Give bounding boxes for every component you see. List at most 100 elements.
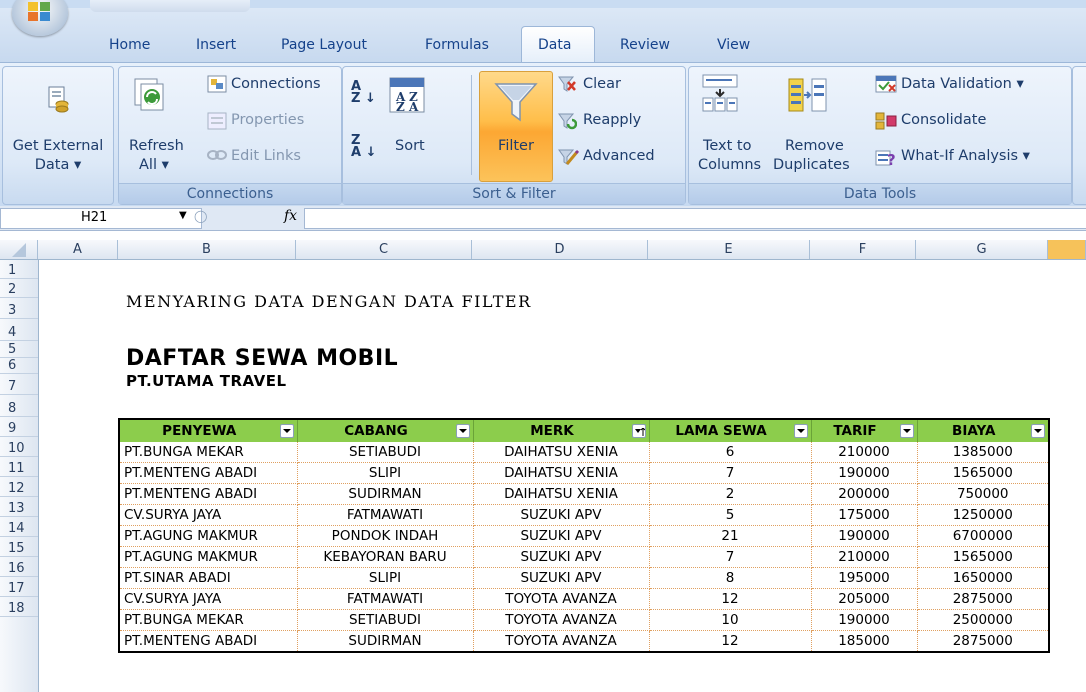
formula-input[interactable] bbox=[304, 208, 1086, 229]
tab-view[interactable]: View bbox=[717, 36, 750, 54]
table-cell[interactable]: 6700000 bbox=[917, 525, 1050, 547]
column-header-a[interactable]: A bbox=[38, 240, 118, 259]
table-cell[interactable]: CV.SURYA JAYA bbox=[119, 504, 298, 526]
advanced-button[interactable]: Advanced bbox=[583, 148, 655, 165]
row-header-16[interactable]: 16 bbox=[0, 560, 38, 577]
table-cell[interactable]: TOYOTA AVANZA bbox=[473, 630, 650, 653]
row-header-7[interactable]: 7 bbox=[0, 378, 38, 395]
table-cell[interactable]: SETIABUDI bbox=[297, 609, 474, 631]
tab-home[interactable]: Home bbox=[109, 36, 150, 54]
table-cell[interactable]: PT.MENTENG ABADI bbox=[119, 630, 298, 653]
column-header-g[interactable]: G bbox=[916, 240, 1048, 259]
table-cell[interactable]: DAIHATSU XENIA bbox=[473, 442, 650, 463]
table-cell[interactable]: PT.BUNGA MEKAR bbox=[119, 442, 298, 463]
row-header-10[interactable]: 10 bbox=[0, 440, 38, 457]
consolidate-button[interactable]: Consolidate bbox=[901, 112, 986, 129]
table-cell[interactable]: 185000 bbox=[811, 630, 918, 653]
sorted-filter-dropdown-icon[interactable] bbox=[631, 424, 646, 438]
table-cell[interactable]: 21 bbox=[649, 525, 812, 547]
table-cell[interactable]: 2500000 bbox=[917, 609, 1050, 631]
table-cell[interactable]: 2 bbox=[649, 483, 812, 505]
table-cell[interactable]: 1250000 bbox=[917, 504, 1050, 526]
edit-links-button[interactable]: Edit Links bbox=[231, 148, 301, 165]
tab-page-layout[interactable]: Page Layout bbox=[281, 36, 367, 54]
table-cell[interactable]: SUDIRMAN bbox=[297, 630, 474, 653]
column-header-d[interactable]: D bbox=[472, 240, 648, 259]
table-cell[interactable]: FATMAWATI bbox=[297, 504, 474, 526]
connections-button[interactable]: Connections bbox=[231, 76, 321, 93]
table-cell[interactable]: TOYOTA AVANZA bbox=[473, 609, 650, 631]
table-cell[interactable]: SUDIRMAN bbox=[297, 483, 474, 505]
remove-duplicates-button[interactable]: Remove bbox=[785, 138, 844, 155]
table-cell[interactable]: 190000 bbox=[811, 609, 918, 631]
table-cell[interactable]: 7 bbox=[649, 546, 812, 568]
table-cell[interactable]: 1385000 bbox=[917, 442, 1050, 463]
office-button[interactable] bbox=[12, 0, 68, 36]
table-cell[interactable]: FATMAWATI bbox=[297, 588, 474, 610]
table-cell[interactable]: 7 bbox=[649, 462, 812, 484]
name-box[interactable]: H21 ▼ bbox=[0, 208, 202, 229]
table-cell[interactable]: SLIPI bbox=[297, 567, 474, 589]
tab-data[interactable]: Data bbox=[538, 36, 571, 54]
table-cell[interactable]: DAIHATSU XENIA bbox=[473, 462, 650, 484]
quick-access-toolbar[interactable] bbox=[90, 0, 250, 12]
table-cell[interactable]: 200000 bbox=[811, 483, 918, 505]
table-cell[interactable]: PONDOK INDAH bbox=[297, 525, 474, 547]
table-cell[interactable]: 210000 bbox=[811, 546, 918, 568]
table-cell[interactable]: SUZUKI APV bbox=[473, 546, 650, 568]
row-header-15[interactable]: 15 bbox=[0, 540, 38, 557]
table-cell[interactable]: SETIABUDI bbox=[297, 442, 474, 463]
table-cell[interactable]: 12 bbox=[649, 630, 812, 653]
table-cell[interactable]: 10 bbox=[649, 609, 812, 631]
table-cell[interactable]: 190000 bbox=[811, 462, 918, 484]
reapply-button[interactable]: Reapply bbox=[583, 112, 641, 129]
table-cell[interactable]: SUZUKI APV bbox=[473, 567, 650, 589]
get-external-data-button[interactable]: Get External bbox=[3, 138, 113, 155]
refresh-all-dropdown[interactable]: All ▾ bbox=[139, 157, 169, 174]
row-header-3[interactable]: 3 bbox=[0, 302, 38, 319]
column-header-e[interactable]: E bbox=[648, 240, 810, 259]
row-header-1[interactable]: 1 bbox=[0, 262, 38, 279]
filter-dropdown-icon[interactable] bbox=[899, 424, 914, 438]
data-validation-button[interactable]: Data Validation ▾ bbox=[901, 76, 1024, 93]
table-cell[interactable]: 5 bbox=[649, 504, 812, 526]
table-cell[interactable]: 210000 bbox=[811, 442, 918, 463]
what-if-analysis-button[interactable]: What-If Analysis ▾ bbox=[901, 148, 1030, 165]
table-cell[interactable]: 205000 bbox=[811, 588, 918, 610]
select-all-corner[interactable] bbox=[0, 240, 38, 259]
table-cell[interactable]: PT.MENTENG ABADI bbox=[119, 483, 298, 505]
table-cell[interactable]: 2875000 bbox=[917, 588, 1050, 610]
table-cell[interactable]: PT.AGUNG MAKMUR bbox=[119, 546, 298, 568]
table-cell[interactable]: CV.SURYA JAYA bbox=[119, 588, 298, 610]
table-cell[interactable]: PT.SINAR ABADI bbox=[119, 567, 298, 589]
filter-dropdown-icon[interactable] bbox=[1031, 424, 1045, 438]
sort-button[interactable]: Sort bbox=[395, 138, 425, 155]
tab-review[interactable]: Review bbox=[620, 36, 670, 54]
text-to-columns-button[interactable]: Text to bbox=[703, 138, 752, 155]
table-cell[interactable]: KEBAYORAN BARU bbox=[297, 546, 474, 568]
column-header-c[interactable]: C bbox=[296, 240, 472, 259]
filter-dropdown-icon[interactable] bbox=[793, 424, 808, 438]
column-header-f[interactable]: F bbox=[810, 240, 916, 259]
row-header-6[interactable]: 6 bbox=[0, 357, 38, 374]
table-cell[interactable]: 12 bbox=[649, 588, 812, 610]
row-header-4[interactable]: 4 bbox=[0, 324, 38, 341]
sort-ascending-button[interactable]: AZ ↓ bbox=[351, 80, 376, 105]
table-cell[interactable]: DAIHATSU XENIA bbox=[473, 483, 650, 505]
table-cell[interactable]: SUZUKI APV bbox=[473, 525, 650, 547]
table-cell[interactable]: 1650000 bbox=[917, 567, 1050, 589]
table-cell[interactable]: 190000 bbox=[811, 525, 918, 547]
formula-cancel-icon[interactable]: ◯ bbox=[194, 209, 207, 223]
table-cell[interactable]: 175000 bbox=[811, 504, 918, 526]
row-header-8[interactable]: 8 bbox=[0, 400, 38, 417]
filter-button[interactable]: Filter bbox=[479, 71, 553, 182]
table-cell[interactable]: SUZUKI APV bbox=[473, 504, 650, 526]
row-header-18[interactable]: 18 bbox=[0, 600, 38, 617]
column-header-b[interactable]: B bbox=[118, 240, 296, 259]
row-header-14[interactable]: 14 bbox=[0, 520, 38, 537]
row-header-11[interactable]: 11 bbox=[0, 460, 38, 477]
table-cell[interactable]: 1565000 bbox=[917, 546, 1050, 568]
sort-descending-button[interactable]: ZA ↓ bbox=[351, 134, 376, 159]
refresh-all-button[interactable]: Refresh bbox=[129, 138, 184, 155]
table-cell[interactable]: 6 bbox=[649, 442, 812, 463]
